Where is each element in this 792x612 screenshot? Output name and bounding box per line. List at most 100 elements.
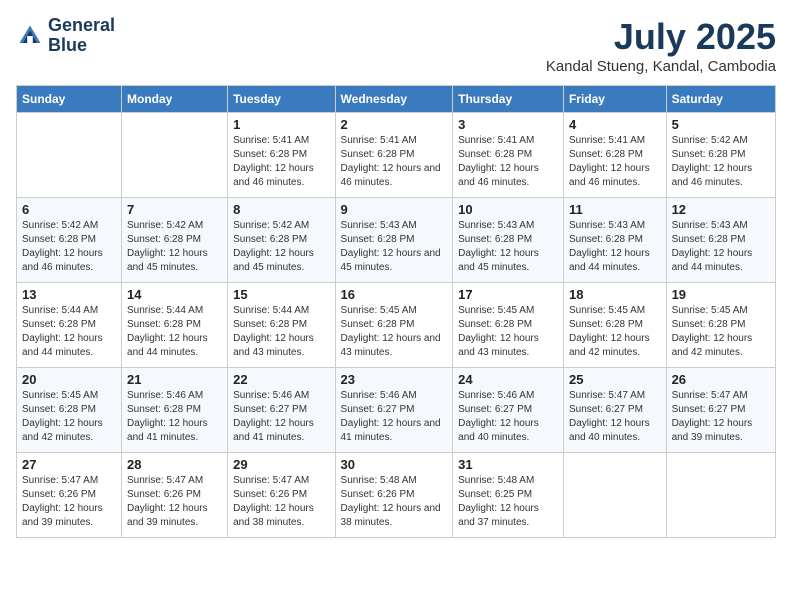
calendar-cell: 19Sunrise: 5:45 AM Sunset: 6:28 PM Dayli… <box>666 283 775 368</box>
calendar-cell: 31 Sunrise: 5:48 AM Sunset: 6:25 PM Dayli… <box>453 453 564 538</box>
header-tuesday: Tuesday <box>228 86 335 113</box>
calendar-cell: 23Sunrise: 5:46 AM Sunset: 6:27 PM Dayli… <box>335 368 453 453</box>
calendar-cell: 10 Sunrise: 5:43 AM Sunset: 6:28 PM Dayli… <box>453 198 564 283</box>
day-info: Sunrise: 5:48 AM Sunset: 6:25 PM Dayligh… <box>458 474 558 530</box>
day-number: 28 <box>127 457 222 472</box>
header-thursday: Thursday <box>453 86 564 113</box>
header-monday: Monday <box>122 86 228 113</box>
calendar-cell: 8 Sunrise: 5:42 AM Sunset: 6:28 PM Daylig… <box>228 198 335 283</box>
calendar-week-row: 1 Sunrise: 5:41 AM Sunset: 6:28 PM Daylig… <box>17 113 776 198</box>
day-info: Sunrise: 5:47 AM Sunset: 6:26 PM Dayligh… <box>127 474 222 530</box>
calendar-cell: 28 Sunrise: 5:47 AM Sunset: 6:26 PM Dayli… <box>122 453 228 538</box>
calendar-cell: 18Sunrise: 5:45 AM Sunset: 6:28 PM Dayli… <box>563 283 666 368</box>
day-number: 15 <box>233 287 329 302</box>
day-info: Sunrise: 5:45 AM Sunset: 6:28 PM Dayligh… <box>569 304 661 360</box>
day-info: Sunrise: 5:46 AM Sunset: 6:27 PM Dayligh… <box>458 389 558 445</box>
day-number: 8 <box>233 202 329 217</box>
calendar-cell: 11 Sunrise: 5:43 AM Sunset: 6:28 PM Dayli… <box>563 198 666 283</box>
day-info: Sunrise: 5:42 AM Sunset: 6:28 PM Dayligh… <box>22 219 116 275</box>
calendar-cell: 12 Sunrise: 5:43 AM Sunset: 6:28 PM Dayli… <box>666 198 775 283</box>
page-header: General Blue July 2025 Kandal Stueng, Ka… <box>16 16 776 75</box>
day-info: Sunrise: 5:42 AM Sunset: 6:28 PM Dayligh… <box>233 219 329 275</box>
day-number: 7 <box>127 202 222 217</box>
calendar-cell: 9 Sunrise: 5:43 AM Sunset: 6:28 PM Daylig… <box>335 198 453 283</box>
day-info: Sunrise: 5:43 AM Sunset: 6:28 PM Dayligh… <box>569 219 661 275</box>
day-info: Sunrise: 5:48 AM Sunset: 6:26 PM Dayligh… <box>341 474 448 530</box>
day-number: 26 <box>672 372 770 387</box>
calendar-cell <box>122 113 228 198</box>
day-info: Sunrise: 5:41 AM Sunset: 6:28 PM Dayligh… <box>458 134 558 190</box>
day-number: 29 <box>233 457 329 472</box>
calendar-cell: 20Sunrise: 5:45 AM Sunset: 6:28 PM Dayli… <box>17 368 122 453</box>
day-info: Sunrise: 5:44 AM Sunset: 6:28 PM Dayligh… <box>22 304 116 360</box>
calendar-header-row: SundayMondayTuesdayWednesdayThursdayFrid… <box>17 86 776 113</box>
calendar-week-row: 13 Sunrise: 5:44 AM Sunset: 6:28 PM Dayli… <box>17 283 776 368</box>
calendar-cell <box>563 453 666 538</box>
calendar-cell: 5Sunrise: 5:42 AM Sunset: 6:28 PM Daylig… <box>666 113 775 198</box>
day-number: 25 <box>569 372 661 387</box>
day-number: 11 <box>569 202 661 217</box>
day-number: 14 <box>127 287 222 302</box>
day-number: 17 <box>458 287 558 302</box>
header-wednesday: Wednesday <box>335 86 453 113</box>
day-info: Sunrise: 5:44 AM Sunset: 6:28 PM Dayligh… <box>233 304 329 360</box>
calendar-cell: 16 Sunrise: 5:45 AM Sunset: 6:28 PM Dayli… <box>335 283 453 368</box>
calendar-week-row: 27Sunrise: 5:47 AM Sunset: 6:26 PM Dayli… <box>17 453 776 538</box>
day-number: 12 <box>672 202 770 217</box>
logo-icon <box>16 22 44 50</box>
day-number: 19 <box>672 287 770 302</box>
day-number: 22 <box>233 372 329 387</box>
calendar-cell: 30Sunrise: 5:48 AM Sunset: 6:26 PM Dayli… <box>335 453 453 538</box>
calendar-cell <box>666 453 775 538</box>
day-number: 10 <box>458 202 558 217</box>
day-info: Sunrise: 5:47 AM Sunset: 6:26 PM Dayligh… <box>233 474 329 530</box>
calendar-cell: 21Sunrise: 5:46 AM Sunset: 6:28 PM Dayli… <box>122 368 228 453</box>
location: Kandal Stueng, Kandal, Cambodia <box>546 58 776 75</box>
day-info: Sunrise: 5:47 AM Sunset: 6:26 PM Dayligh… <box>22 474 116 530</box>
day-info: Sunrise: 5:47 AM Sunset: 6:27 PM Dayligh… <box>569 389 661 445</box>
day-number: 1 <box>233 117 329 132</box>
calendar-cell: 14 Sunrise: 5:44 AM Sunset: 6:28 PM Dayli… <box>122 283 228 368</box>
day-info: Sunrise: 5:41 AM Sunset: 6:28 PM Dayligh… <box>341 134 448 190</box>
day-info: Sunrise: 5:46 AM Sunset: 6:28 PM Dayligh… <box>127 389 222 445</box>
day-number: 20 <box>22 372 116 387</box>
calendar-cell <box>17 113 122 198</box>
calendar-cell: 29 Sunrise: 5:47 AM Sunset: 6:26 PM Dayli… <box>228 453 335 538</box>
calendar-cell: 6Sunrise: 5:42 AM Sunset: 6:28 PM Daylig… <box>17 198 122 283</box>
day-info: Sunrise: 5:42 AM Sunset: 6:28 PM Dayligh… <box>672 134 770 190</box>
logo: General Blue <box>16 16 115 56</box>
day-info: Sunrise: 5:41 AM Sunset: 6:28 PM Dayligh… <box>233 134 329 190</box>
calendar-cell: 26 Sunrise: 5:47 AM Sunset: 6:27 PM Dayli… <box>666 368 775 453</box>
calendar-cell: 3 Sunrise: 5:41 AM Sunset: 6:28 PM Daylig… <box>453 113 564 198</box>
day-number: 3 <box>458 117 558 132</box>
day-number: 24 <box>458 372 558 387</box>
calendar-week-row: 20Sunrise: 5:45 AM Sunset: 6:28 PM Dayli… <box>17 368 776 453</box>
day-number: 31 <box>458 457 558 472</box>
calendar-cell: 2Sunrise: 5:41 AM Sunset: 6:28 PM Daylig… <box>335 113 453 198</box>
day-info: Sunrise: 5:43 AM Sunset: 6:28 PM Dayligh… <box>672 219 770 275</box>
day-info: Sunrise: 5:43 AM Sunset: 6:28 PM Dayligh… <box>458 219 558 275</box>
day-info: Sunrise: 5:43 AM Sunset: 6:28 PM Dayligh… <box>341 219 448 275</box>
day-info: Sunrise: 5:45 AM Sunset: 6:28 PM Dayligh… <box>341 304 448 360</box>
calendar-cell: 15 Sunrise: 5:44 AM Sunset: 6:28 PM Dayli… <box>228 283 335 368</box>
day-number: 16 <box>341 287 448 302</box>
day-info: Sunrise: 5:41 AM Sunset: 6:28 PM Dayligh… <box>569 134 661 190</box>
month-title: July 2025 <box>546 16 776 58</box>
day-number: 4 <box>569 117 661 132</box>
day-info: Sunrise: 5:44 AM Sunset: 6:28 PM Dayligh… <box>127 304 222 360</box>
calendar-cell: 24 Sunrise: 5:46 AM Sunset: 6:27 PM Dayli… <box>453 368 564 453</box>
calendar-cell: 13 Sunrise: 5:44 AM Sunset: 6:28 PM Dayli… <box>17 283 122 368</box>
day-info: Sunrise: 5:42 AM Sunset: 6:28 PM Dayligh… <box>127 219 222 275</box>
calendar-cell: 1 Sunrise: 5:41 AM Sunset: 6:28 PM Daylig… <box>228 113 335 198</box>
day-info: Sunrise: 5:47 AM Sunset: 6:27 PM Dayligh… <box>672 389 770 445</box>
day-number: 9 <box>341 202 448 217</box>
calendar-cell: 25 Sunrise: 5:47 AM Sunset: 6:27 PM Dayli… <box>563 368 666 453</box>
calendar-cell: 4 Sunrise: 5:41 AM Sunset: 6:28 PM Daylig… <box>563 113 666 198</box>
day-number: 13 <box>22 287 116 302</box>
title-block: July 2025 Kandal Stueng, Kandal, Cambodi… <box>546 16 776 75</box>
day-info: Sunrise: 5:46 AM Sunset: 6:27 PM Dayligh… <box>233 389 329 445</box>
calendar-cell: 7 Sunrise: 5:42 AM Sunset: 6:28 PM Daylig… <box>122 198 228 283</box>
logo-text: General Blue <box>48 16 115 56</box>
header-friday: Friday <box>563 86 666 113</box>
calendar-cell: 27Sunrise: 5:47 AM Sunset: 6:26 PM Dayli… <box>17 453 122 538</box>
